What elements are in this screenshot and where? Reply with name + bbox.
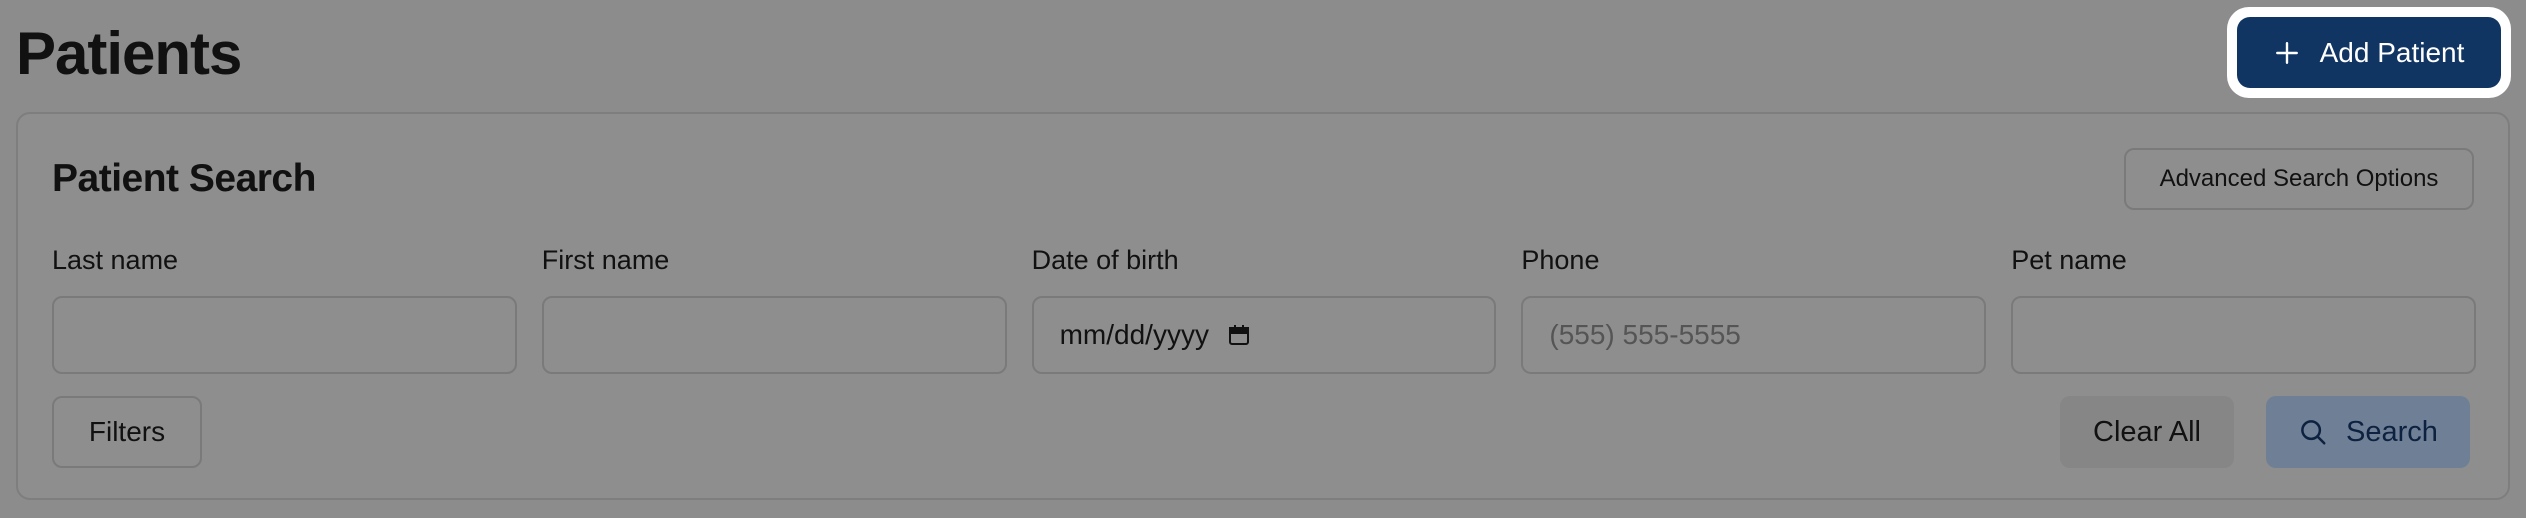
first-name-field: First name xyxy=(541,242,1007,374)
patient-search-card: Patient Search Advanced Search Options L… xyxy=(16,112,2510,500)
filters-button[interactable]: Filters xyxy=(52,396,202,468)
date-of-birth-field: Date of birth mm/dd/yyyy xyxy=(1031,242,1497,374)
page-title: Patients xyxy=(16,20,242,87)
search-fields: Last name First name Date of birth mm/dd… xyxy=(52,242,2476,374)
search-icon xyxy=(2301,420,2326,445)
phone-input[interactable]: (555) 555-5555 xyxy=(1521,296,1987,374)
last-name-input[interactable] xyxy=(52,296,517,374)
advanced-search-options-button[interactable]: Advanced Search Options xyxy=(2124,148,2474,210)
last-name-label: Last name xyxy=(52,245,179,275)
phone-placeholder: (555) 555-5555 xyxy=(1549,319,1741,350)
date-of-birth-label: Date of birth xyxy=(1031,245,1179,275)
date-of-birth-value: mm/dd/yyyy xyxy=(1059,319,1209,350)
search-button[interactable]: Search xyxy=(2266,396,2470,468)
phone-label: Phone xyxy=(1521,245,1600,275)
phone-field: Phone (555) 555-5555 xyxy=(1521,242,1987,374)
calendar-icon[interactable] xyxy=(1227,323,1251,347)
add-patient-button[interactable]: Add Patient xyxy=(2237,17,2501,88)
pet-name-field: Pet name xyxy=(2011,242,2476,374)
date-of-birth-input[interactable]: mm/dd/yyyy xyxy=(1031,296,1497,374)
add-patient-label: Add Patient xyxy=(2319,36,2465,68)
add-patient-highlight: Add Patient xyxy=(2227,7,2511,98)
first-name-label: First name xyxy=(541,245,670,275)
pet-name-label: Pet name xyxy=(2011,245,2127,275)
search-button-label: Search xyxy=(2346,415,2438,448)
clear-all-button[interactable]: Clear All xyxy=(2060,396,2234,468)
plus-icon xyxy=(2275,41,2298,64)
patient-search-title: Patient Search xyxy=(52,157,316,200)
last-name-field: Last name xyxy=(52,242,517,374)
pet-name-input[interactable] xyxy=(2011,296,2476,374)
first-name-input[interactable] xyxy=(541,296,1007,374)
